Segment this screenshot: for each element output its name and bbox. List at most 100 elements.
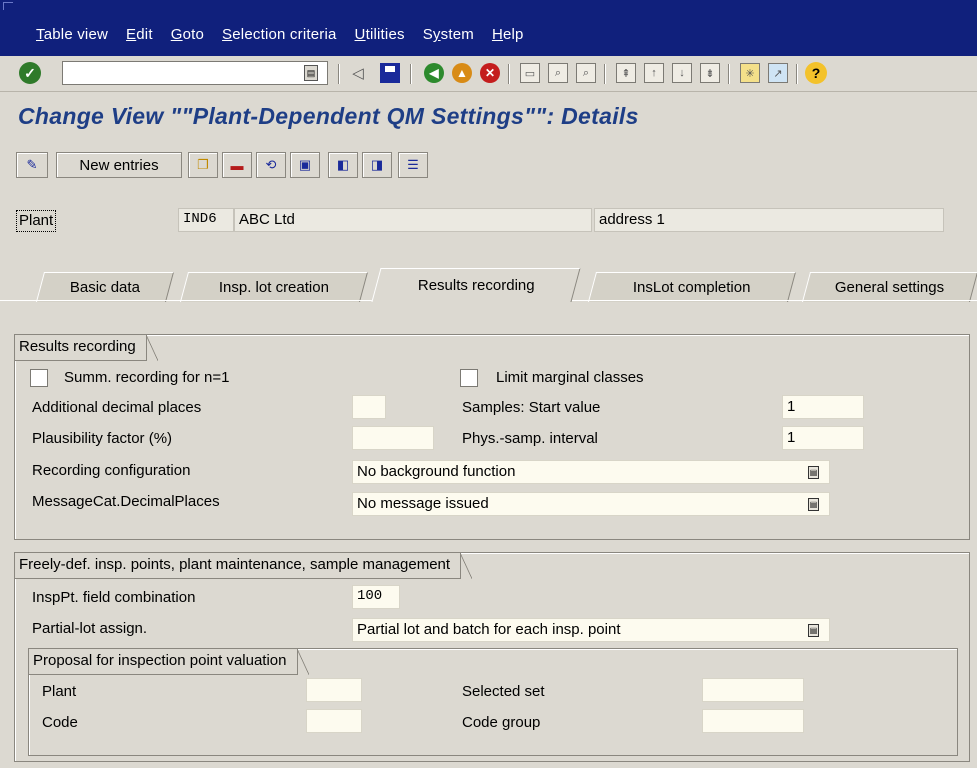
selected-set-input[interactable] [702,678,804,702]
limit-marginal-checkbox[interactable] [460,369,478,387]
previous-entry-button[interactable]: ◧ [328,152,358,178]
toolbar-separator [410,64,412,84]
last-page-button[interactable]: ⇟ [698,61,722,85]
proposal-code-label: Code [42,714,78,731]
partial-lot-label: Partial-lot assign. [32,620,148,637]
next-entry-button[interactable]: ◨ [362,152,392,178]
menu-system-label: System [422,26,474,43]
back-button[interactable]: ◀ [422,61,446,85]
exit-button[interactable]: ▲ [450,61,474,85]
additional-decimal-label: Additional decimal places [32,399,202,416]
menu-system[interactable]: System [423,26,474,43]
tab-insp-lot-creation[interactable]: Insp. lot creation [179,272,369,302]
undo-change-button[interactable]: ⟲ [256,152,286,178]
code-group-input[interactable] [702,709,804,733]
new-session-button[interactable]: ✳ [738,61,762,85]
cancel-button[interactable]: ✕ [478,61,502,85]
display-change-button[interactable]: ✎ [16,152,48,178]
additional-decimal-input[interactable] [352,395,386,419]
proposal-code-input[interactable] [306,709,362,733]
back-arrow-icon[interactable]: ◁ [346,61,370,85]
window-corner [3,2,13,10]
help-icon: ? [805,62,827,84]
proposal-plant-label: Plant [42,683,77,700]
plant-label[interactable]: Plant [16,210,57,232]
command-history-dropdown[interactable]: ▤ [304,65,318,81]
tab-inslot-completion[interactable]: InsLot completion [587,272,797,302]
select-all-button[interactable]: ▣ [290,152,320,178]
recording-config-label: Recording configuration [32,462,191,479]
tab-results-recording-label: Results recording [417,277,535,294]
previous-page-button[interactable]: ↑ [642,61,666,85]
other-entry-button[interactable]: ☰ [398,152,428,178]
menu-goto[interactable]: Goto [171,26,204,43]
tab-inslot-completion-label: InsLot completion [633,279,751,296]
page-title: Change View ""Plant-Dependent QM Setting… [18,103,639,129]
plausibility-label: Plausibility factor (%) [32,430,173,447]
menu-help[interactable]: Help [492,26,524,43]
freely-def-group-title: Freely-def. insp. points, plant maintena… [15,553,473,579]
recording-config-select[interactable]: No background function [352,460,830,484]
messagecat-label: MessageCat.DecimalPlaces [32,493,220,510]
standard-toolbar: ✓ ▤ ◁ ◀ ▲ ✕ ▭ ⌕ ⌕ ⇞ ↑ ↓ ⇟ ✳ ↗ ? [0,56,977,92]
new-entries-button[interactable]: New entries [56,152,182,178]
next-page-button[interactable]: ↓ [670,61,694,85]
insppt-input[interactable]: 100 [352,585,400,609]
menu-edit[interactable]: Edit [126,26,153,43]
new-session-icon: ✳ [740,63,760,83]
delete-button[interactable]: ▬ [222,152,252,178]
new-entries-label: New entries [79,156,159,174]
plant-code-field: IND6 [178,208,234,232]
proposal-group-title: Proposal for inspection point valuation [29,649,308,675]
first-page-icon: ⇞ [616,63,636,83]
next-page-icon: ↓ [672,63,692,83]
tab-results-recording[interactable]: Results recording [371,268,581,302]
copy-as-button[interactable]: ❐ [188,152,218,178]
plausibility-input[interactable] [352,426,434,450]
exit-icon: ▲ [452,63,472,83]
tab-general-settings-label: General settings [835,279,945,296]
insppt-label: InspPt. field combination [32,589,196,606]
toolbar-separator [338,64,340,84]
previous-entry-icon: ◧ [336,157,350,172]
messagecat-select[interactable]: No message issued [352,492,830,516]
shortcut-icon: ↗ [768,63,788,83]
tab-basic-data[interactable]: Basic data [35,272,175,302]
menu-table-view[interactable]: Table view [36,26,108,43]
toolbar-separator [728,64,730,84]
dropdown-icon[interactable]: ▤ [808,498,819,511]
partial-lot-select[interactable]: Partial lot and batch for each insp. poi… [352,618,830,642]
menu-selection-criteria[interactable]: Selection criteria [222,26,337,43]
enter-button[interactable]: ✓ [18,61,42,85]
first-page-button[interactable]: ⇞ [614,61,638,85]
menu-help-label: elp [502,26,524,43]
tab-insp-lot-creation-label: Insp. lot creation [218,279,329,296]
summ-recording-checkbox[interactable] [30,369,48,387]
cancel-icon: ✕ [480,63,500,83]
help-button[interactable]: ? [804,61,828,85]
command-input[interactable] [63,62,327,84]
dropdown-icon[interactable]: ▤ [808,624,819,637]
command-field[interactable] [62,61,328,85]
samples-start-input[interactable]: 1 [782,395,864,419]
menu-edit-mnemonic: E [126,26,137,43]
save-button[interactable] [378,61,402,85]
tab-general-settings[interactable]: General settings [801,272,977,302]
toolbar-separator [604,64,606,84]
menu-utilities[interactable]: Utilities [355,26,405,43]
plant-address-field: address 1 [594,208,944,232]
phys-samp-input[interactable]: 1 [782,426,864,450]
find-next-button[interactable]: ⌕ [574,61,598,85]
menu-goto-label: oto [182,26,205,43]
dropdown-icon[interactable]: ▤ [808,466,819,479]
menu-table-view-mnemonic: T [36,26,44,43]
menu-edit-label: dit [136,26,153,43]
samples-start-label: Samples: Start value [462,399,601,416]
print-button[interactable]: ▭ [518,61,542,85]
find-button[interactable]: ⌕ [546,61,570,85]
check-icon: ✓ [19,62,41,84]
menu-utilities-mnemonic: U [354,26,366,43]
proposal-plant-input[interactable] [306,678,362,702]
results-recording-group-title: Results recording [15,335,158,361]
shortcut-button[interactable]: ↗ [766,61,790,85]
